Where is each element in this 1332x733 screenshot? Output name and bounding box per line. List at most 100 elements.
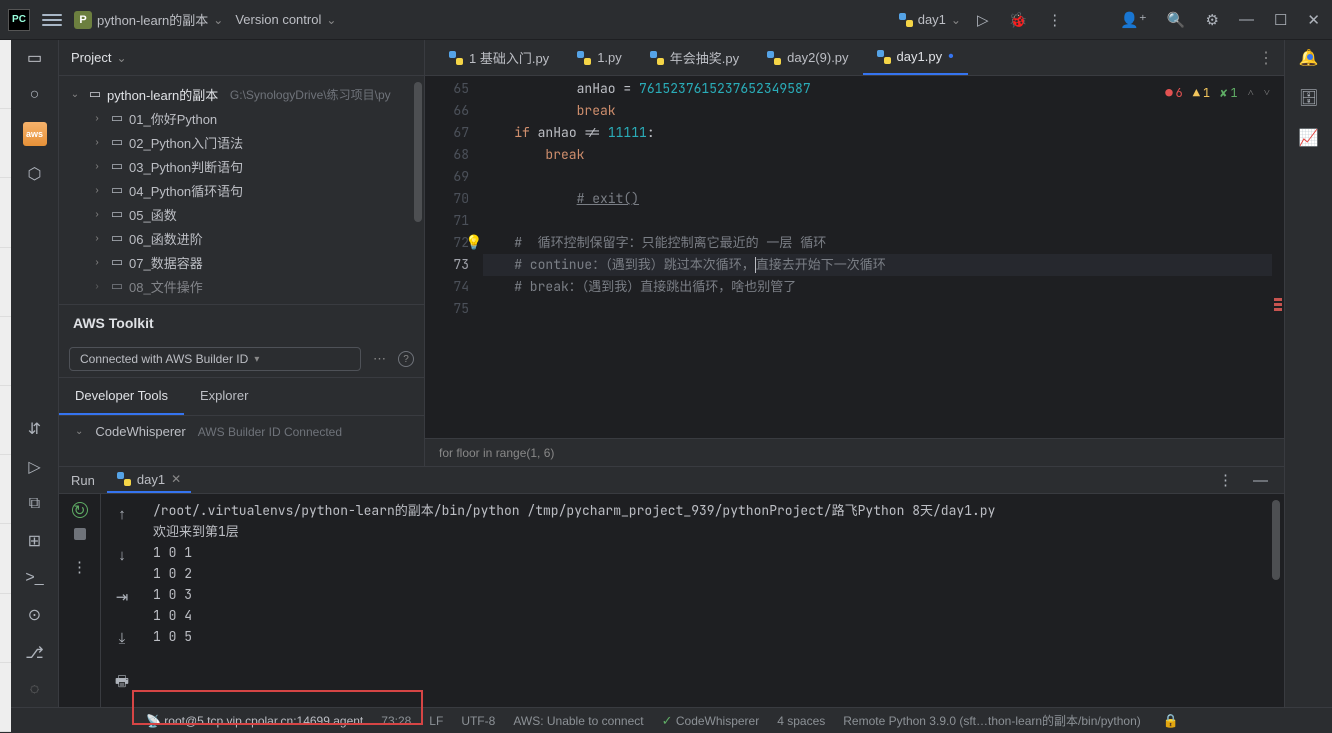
expand-icon[interactable]: ›	[89, 209, 105, 220]
expand-icon[interactable]: ›	[89, 233, 105, 244]
project-tool-header[interactable]: Project	[59, 40, 424, 76]
tree-root[interactable]: ⌄ ▭ python-learn的副本 G:\SynologyDrive\练习项…	[59, 82, 424, 106]
editor-tab[interactable]: 年会抽奖.py	[636, 40, 753, 75]
maximize-window-button[interactable]: ☐	[1270, 7, 1291, 33]
scrollbar-thumb[interactable]	[1272, 500, 1280, 580]
run-more-icon[interactable]: ⋮	[1214, 467, 1237, 493]
expand-icon[interactable]: ⌄	[75, 426, 83, 437]
vcs-menu[interactable]: Version control	[235, 12, 336, 27]
structure-tool-icon[interactable]: ⬡	[25, 164, 45, 184]
right-tool-rail: 🔔 🗄 📈	[1284, 40, 1332, 707]
run-tool-icon[interactable]: ▷	[25, 457, 45, 477]
tree-item[interactable]: ›▭07_数据容器	[59, 250, 424, 274]
pull-requests-icon[interactable]: ⇵	[25, 419, 45, 439]
code-token: anHao =	[577, 80, 639, 97]
tree-item[interactable]: ›▭08_文件操作	[59, 274, 424, 298]
database-icon[interactable]: 🗄	[1299, 88, 1319, 108]
developer-tools-tab[interactable]: Developer Tools	[59, 378, 184, 415]
terminal-icon[interactable]: >_	[25, 569, 45, 587]
services-icon[interactable]: ⊞	[25, 531, 45, 551]
codewhisperer-row[interactable]: ⌄ CodeWhisperer AWS Builder ID Connected	[59, 415, 424, 447]
expand-icon[interactable]: ⌄	[67, 89, 83, 100]
error-stripe[interactable]	[1272, 76, 1284, 316]
code-content[interactable]: 💡 ●6 ▲1 ✘1 ˄ ˅ anHao = 76152376152376523…	[483, 76, 1284, 438]
codewhisperer-status[interactable]: ✓ CodeWhisperer	[662, 713, 760, 729]
folder-icon: ▭	[109, 182, 125, 198]
stop-button[interactable]	[74, 528, 86, 540]
editor-tab[interactable]: day2(9).py	[753, 40, 862, 75]
interpreter-status[interactable]: Remote Python 3.9.0 (sft…thon-learn的副本/b…	[843, 712, 1140, 729]
editor-tab[interactable]: 1 基础入门.py	[435, 40, 563, 75]
run-button[interactable]: ▷	[973, 7, 993, 33]
inspection-widget[interactable]: ●6 ▲1 ✘1 ˄ ˅	[1165, 82, 1270, 104]
editor-breadcrumb[interactable]: for floor in range(1, 6)	[425, 438, 1284, 466]
scroll-to-end-icon[interactable]: ⤓	[115, 626, 130, 651]
python-console-icon[interactable]: ⧉	[25, 495, 45, 513]
chevron-down-icon	[326, 12, 336, 27]
hide-tool-icon[interactable]: —	[1249, 468, 1272, 493]
run-tab[interactable]: day1 ✕	[107, 467, 191, 493]
cursor-position[interactable]: 73:28	[381, 714, 411, 728]
code-editor[interactable]: 6566676869707172737475 💡 ●6 ▲1 ✘1 ˄ ˅	[425, 76, 1284, 438]
vcs-log-icon[interactable]: ⎇	[25, 643, 45, 663]
expand-icon[interactable]: ›	[89, 257, 105, 268]
expand-icon[interactable]: ›	[89, 185, 105, 196]
minimize-window-button[interactable]: —	[1235, 7, 1258, 32]
search-icon[interactable]: 🔍	[1163, 7, 1190, 33]
help-icon[interactable]: ?	[398, 351, 414, 367]
print-icon[interactable]: 🖶	[111, 667, 133, 700]
tree-item[interactable]: ›▭05_函数	[59, 202, 424, 226]
close-window-button[interactable]: ✕	[1303, 7, 1324, 33]
aws-tool-icon[interactable]: aws	[23, 122, 47, 146]
tree-item[interactable]: ›▭02_Python入门语法	[59, 130, 424, 154]
line-separator[interactable]: LF	[429, 714, 443, 728]
editor-tab[interactable]: 1.py	[563, 40, 636, 75]
expand-icon[interactable]: ›	[89, 113, 105, 124]
project-selector[interactable]: P python-learn的副本	[74, 10, 223, 29]
explorer-tab[interactable]: Explorer	[184, 378, 264, 415]
editor-tab-active[interactable]: day1.py•	[863, 40, 968, 75]
next-highlight-icon[interactable]: ˅	[1264, 82, 1270, 104]
run-settings-icon[interactable]: ⋮	[68, 554, 91, 580]
code-with-me-icon[interactable]: 👤⁺	[1116, 7, 1151, 33]
problems-icon[interactable]: ⊙	[25, 605, 45, 625]
aws-more-icon[interactable]: ⋯	[367, 351, 392, 367]
intention-bulb-icon[interactable]: 💡	[465, 232, 482, 254]
hamburger-menu-icon[interactable]	[42, 14, 62, 26]
expand-icon[interactable]: ›	[89, 137, 105, 148]
rerun-button[interactable]: ↻	[72, 502, 88, 518]
tree-item[interactable]: ›▭06_函数进阶	[59, 226, 424, 250]
prev-highlight-icon[interactable]: ˄	[1248, 82, 1254, 104]
scrollbar-thumb[interactable]	[414, 82, 422, 222]
expand-icon[interactable]: ›	[89, 161, 105, 172]
scroll-down-icon[interactable]: ↓	[114, 543, 130, 568]
expand-icon[interactable]: ›	[89, 281, 105, 292]
tree-root-label: python-learn的副本	[107, 85, 218, 104]
indent-status[interactable]: 4 spaces	[777, 714, 825, 728]
warning-icon: ▲	[1193, 82, 1200, 104]
file-encoding[interactable]: UTF-8	[461, 714, 495, 728]
remote-host-status[interactable]: 📡 root@5.tcp.vip.cpolar.cn:14699 agent	[146, 714, 363, 728]
tree-item[interactable]: ›▭03_Python判断语句	[59, 154, 424, 178]
tree-item[interactable]: ›▭04_Python循环语句	[59, 178, 424, 202]
settings-icon[interactable]: ⚙	[1202, 7, 1223, 33]
sciview-icon[interactable]: 📈	[1299, 128, 1319, 148]
aws-status[interactable]: AWS: Unable to connect	[513, 714, 643, 728]
commit-tool-icon[interactable]: ○	[25, 86, 45, 104]
soft-wrap-icon[interactable]: ⇥	[112, 584, 133, 610]
scroll-up-icon[interactable]: ↑	[114, 502, 130, 527]
aws-connection-selector[interactable]: Connected with AWS Builder ID ▾	[69, 347, 361, 371]
close-icon[interactable]: ✕	[171, 472, 181, 486]
more-actions-icon[interactable]: ⋮	[1043, 7, 1066, 33]
debug-button[interactable]: 🐞	[1005, 7, 1032, 33]
python-file-icon	[877, 50, 891, 64]
run-console[interactable]: /root/.virtualenvs/python-learn的副本/bin/p…	[143, 494, 1284, 707]
run-config-selector[interactable]: day1	[899, 12, 961, 27]
readonly-lock-icon[interactable]: 🔒	[1159, 709, 1183, 733]
tree-item[interactable]: ›▭01_你好Python	[59, 106, 424, 130]
project-tool-icon[interactable]: ▭	[25, 48, 45, 68]
tab-label: 年会抽奖.py	[670, 48, 739, 67]
tabs-more-icon[interactable]: ⋮	[1258, 48, 1274, 68]
aws-toolkit-header[interactable]: AWS Toolkit	[59, 304, 424, 341]
project-tree[interactable]: ⌄ ▭ python-learn的副本 G:\SynologyDrive\练习项…	[59, 76, 424, 304]
